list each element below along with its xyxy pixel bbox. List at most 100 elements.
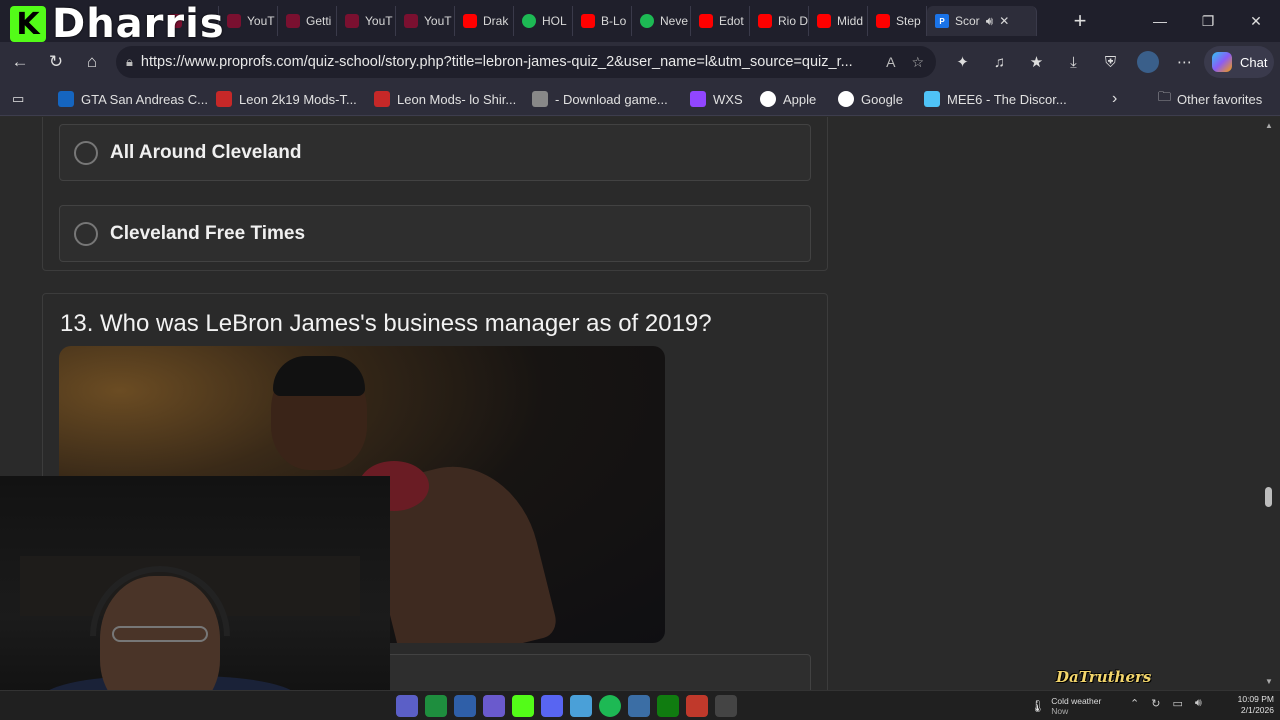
bookmark-item[interactable]: Google bbox=[838, 82, 903, 116]
bookmark-item[interactable]: Leon Mods- lo Shir... bbox=[374, 82, 516, 116]
spotify-icon[interactable] bbox=[599, 695, 621, 717]
app-icon[interactable] bbox=[686, 695, 708, 717]
scroll-up-arrow-icon[interactable]: ▲ bbox=[1265, 121, 1273, 130]
favorites-icon[interactable]: ★ bbox=[1018, 44, 1055, 80]
copilot-icon bbox=[1212, 52, 1232, 72]
app-icon[interactable] bbox=[483, 695, 505, 717]
window-controls: — ❐ ✕ bbox=[1136, 0, 1280, 42]
folder-icon: 🗀︎ bbox=[1158, 89, 1172, 104]
answer-option[interactable]: All Around Cleveland bbox=[59, 124, 811, 181]
tab-strip: K Dharris YouT Getti YouT YouT Drak HOL B-Lo Ne… bbox=[0, 0, 1280, 47]
profile-button[interactable] bbox=[1129, 44, 1166, 80]
tab-list: YouT Getti YouT YouT Drak HOL B-Lo Neve Edot Rio … bbox=[160, 6, 1037, 36]
tab[interactable]: Step bbox=[868, 6, 927, 36]
app-icon[interactable] bbox=[715, 695, 737, 717]
radio-button[interactable] bbox=[74, 221, 98, 246]
url-text[interactable]: https://www.proprofs.com/quiz-school/sto… bbox=[141, 54, 871, 70]
address-bar[interactable]: 🔒︎ https://www.proprofs.com/quiz-school/… bbox=[116, 46, 936, 78]
bookmark-item[interactable]: WXS bbox=[690, 82, 743, 116]
home-button[interactable]: ⌂ bbox=[74, 44, 110, 80]
leon-icon bbox=[216, 91, 232, 107]
youtube-icon bbox=[345, 14, 359, 28]
tab[interactable]: Getti bbox=[278, 6, 337, 36]
new-tab-button[interactable]: + bbox=[1068, 8, 1092, 34]
bookmark-item[interactable]: MEE6 - The Discor... bbox=[924, 82, 1067, 116]
tab-audio-icon[interactable]: 🔊︎ bbox=[986, 14, 994, 29]
close-window-button[interactable]: ✕ bbox=[1232, 0, 1280, 42]
tab[interactable]: Neve bbox=[632, 6, 691, 36]
scrollbar-thumb[interactable] bbox=[1265, 487, 1272, 507]
restore-button[interactable]: ❐ bbox=[1184, 0, 1232, 42]
volume-icon[interactable]: 🔊︎ bbox=[1195, 697, 1202, 710]
radio-button[interactable] bbox=[74, 140, 98, 165]
clock[interactable]: 10:09 PM 2/1/2026 bbox=[1232, 694, 1274, 716]
tab-label: Getti bbox=[306, 14, 332, 28]
extensions-icon[interactable]: ✦ bbox=[944, 44, 981, 80]
tab[interactable]: Edot bbox=[691, 6, 750, 36]
minimize-button[interactable]: — bbox=[1136, 0, 1184, 42]
bookmark-item[interactable]: - Download game... bbox=[532, 82, 668, 116]
tab-label: YouT bbox=[365, 14, 393, 28]
bookmark-item[interactable]: GTA San Andreas C... bbox=[58, 82, 208, 116]
youtube-icon bbox=[581, 14, 595, 28]
favorite-star-icon[interactable]: ☆ bbox=[911, 54, 924, 71]
shield-icon[interactable]: ⛨ bbox=[1092, 44, 1129, 80]
answer-option[interactable]: Cleveland Free Times bbox=[59, 205, 811, 262]
copilot-chat-button[interactable]: Chat bbox=[1204, 46, 1274, 78]
teams-icon[interactable] bbox=[396, 695, 418, 717]
refresh-button[interactable]: ↻ bbox=[38, 44, 74, 80]
bookmarks-overflow-chevron-icon[interactable]: › bbox=[1112, 82, 1117, 116]
media-control-icon[interactable]: ♫ bbox=[981, 44, 1018, 80]
back-button[interactable]: ← bbox=[2, 44, 38, 80]
xbox-icon[interactable] bbox=[657, 695, 679, 717]
twitch-icon bbox=[690, 91, 706, 107]
app-icon[interactable] bbox=[628, 695, 650, 717]
webcam-overlay bbox=[0, 476, 390, 712]
downloads-icon[interactable]: ⤓ bbox=[1055, 44, 1092, 80]
collections-icon[interactable]: ▭ bbox=[12, 82, 24, 116]
tab[interactable]: YouT bbox=[396, 6, 455, 36]
close-tab-icon[interactable]: ✕ bbox=[999, 14, 1009, 28]
sync-icon[interactable]: ↻ bbox=[1151, 697, 1160, 710]
network-icon[interactable]: ▭ bbox=[1172, 697, 1182, 710]
chevron-up-icon[interactable]: ⌃ bbox=[1130, 697, 1139, 710]
discord-icon[interactable] bbox=[541, 695, 563, 717]
more-menu-icon[interactable]: ⋯ bbox=[1166, 44, 1203, 80]
tab-label: YouT bbox=[424, 14, 452, 28]
tab[interactable]: Midd bbox=[809, 6, 868, 36]
app-icon[interactable] bbox=[454, 695, 476, 717]
page-scrollbar[interactable]: ▲ ▼ bbox=[1263, 117, 1275, 690]
other-favorites-folder[interactable]: 🗀︎ Other favorites bbox=[1158, 82, 1262, 116]
tab-label: Edot bbox=[719, 14, 744, 28]
tab[interactable]: YouT bbox=[219, 6, 278, 36]
tab[interactable]: Drak bbox=[455, 6, 514, 36]
screen: K Dharris YouT Getti YouT YouT Drak HOL B-Lo Ne… bbox=[0, 0, 1280, 720]
youtube-icon bbox=[227, 14, 241, 28]
bookmarks-bar: ▭ › 🗀︎ Other favorites GTA San Andreas C… bbox=[0, 82, 1280, 116]
bookmark-label: Leon Mods- lo Shir... bbox=[397, 91, 517, 107]
app-icon[interactable] bbox=[570, 695, 592, 717]
tab-label: Midd bbox=[837, 14, 864, 28]
app-icon[interactable] bbox=[425, 695, 447, 717]
tab[interactable]: Rio D bbox=[750, 6, 809, 36]
lock-icon: 🔒︎ bbox=[126, 54, 133, 69]
glasses bbox=[112, 626, 208, 642]
tab[interactable]: B-Lo bbox=[573, 6, 632, 36]
proprofs-icon: P bbox=[935, 14, 949, 28]
bookmark-item[interactable]: Leon 2k19 Mods-T... bbox=[216, 82, 357, 116]
mee6-icon bbox=[924, 91, 940, 107]
bookmark-item[interactable]: Apple bbox=[760, 82, 816, 116]
scroll-down-arrow-icon[interactable]: ▼ bbox=[1265, 677, 1273, 686]
bookmark-label: Google bbox=[861, 91, 903, 107]
youtube-icon bbox=[699, 14, 713, 28]
bookmark-label: Apple bbox=[783, 91, 817, 107]
read-aloud-icon[interactable]: A bbox=[886, 54, 895, 71]
tab[interactable]: HOL bbox=[514, 6, 573, 36]
tab[interactable]: YouT bbox=[337, 6, 396, 36]
kick-app-icon[interactable] bbox=[512, 695, 534, 717]
weather-title: Cold weather bbox=[1051, 696, 1102, 706]
tab-active[interactable]: P Scor 🔊︎ ✕ bbox=[927, 6, 1037, 36]
clock-time: 10:09 PM bbox=[1237, 694, 1274, 704]
spotify-icon bbox=[640, 14, 654, 28]
weather-widget[interactable]: 🌡︎ Cold weather Now bbox=[1030, 693, 1101, 719]
